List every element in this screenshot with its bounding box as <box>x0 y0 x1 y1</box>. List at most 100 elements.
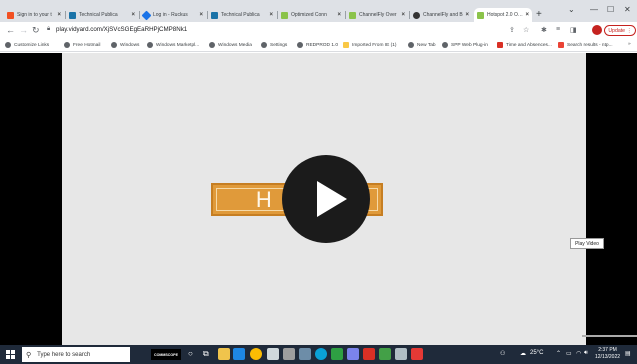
close-tab-icon[interactable]: × <box>401 12 405 18</box>
calculator-icon[interactable] <box>283 348 295 360</box>
lock-icon[interactable]: 🔒︎ <box>47 26 50 33</box>
close-tab-icon[interactable]: × <box>465 12 469 18</box>
bookmark-windows-media[interactable]: Windows Media <box>209 42 252 48</box>
commscope-app[interactable]: COMMSCOPE <box>151 349 181 360</box>
new-tab-button[interactable]: + <box>536 9 542 20</box>
acrobat-icon[interactable] <box>363 348 375 360</box>
commscope-icon <box>211 11 218 19</box>
back-icon[interactable]: ← <box>6 25 15 35</box>
video-progress-bar[interactable] <box>582 335 637 337</box>
globe-icon <box>442 42 448 48</box>
tab-ruckus-login[interactable]: Log in - Ruckus × <box>140 8 206 22</box>
vidyard-icon <box>349 11 356 19</box>
bookmark-spp-web-plugin[interactable]: SPP Web Plug-in <box>442 42 488 48</box>
minimize-button[interactable]: — <box>590 5 598 14</box>
profile-avatar[interactable] <box>592 25 602 35</box>
tab-label: ChannelFly Over <box>359 12 397 18</box>
close-tab-icon[interactable]: × <box>269 12 273 18</box>
task-view-icon[interactable]: ⧉ <box>203 349 209 359</box>
bookmark-windows-marketplace[interactable]: Windows Marketpl... <box>147 42 199 48</box>
red-square-icon <box>497 42 503 48</box>
network-icon[interactable]: ▭ <box>566 350 572 357</box>
share-icon[interactable]: ⇪ <box>509 26 515 34</box>
tab-label: Technical Publica <box>79 12 118 18</box>
close-tab-icon[interactable]: × <box>525 12 529 18</box>
bookmark-star-icon[interactable]: ☆ <box>523 26 529 34</box>
globe-icon <box>64 42 70 48</box>
bookmark-label: Windows Media <box>218 42 252 48</box>
system-clock[interactable]: 2:37 PM 12/13/2022 <box>595 347 620 361</box>
tab-search-icon[interactable]: ⌄ <box>568 5 575 14</box>
skype-icon[interactable] <box>315 348 327 360</box>
bookmark-customize-links[interactable]: Customize Links <box>5 42 49 48</box>
bookmark-label: Free Hotmail <box>73 42 101 48</box>
reading-list-icon[interactable]: ≡ <box>556 26 560 33</box>
close-window-button[interactable]: ✕ <box>624 5 631 14</box>
app-icon[interactable] <box>299 348 311 360</box>
tab-hotspot-overview[interactable]: Hotspot 2.0 Over × <box>474 8 532 22</box>
taskbar-search-box[interactable]: ⚲ Type here to search <box>22 347 130 362</box>
bookmark-search-results[interactable]: Search results - ntp... <box>558 42 613 48</box>
pdf-reader-icon[interactable] <box>411 348 423 360</box>
extension-icon[interactable]: ✱ <box>541 26 547 34</box>
file-explorer-icon[interactable] <box>218 348 230 360</box>
close-tab-icon[interactable]: × <box>337 12 341 18</box>
video-player[interactable]: H 0 <box>62 53 637 345</box>
tab-technical-publications[interactable]: Technical Publica × <box>66 8 138 22</box>
tab-label: Sign in to your t <box>17 12 52 18</box>
chrome-icon[interactable] <box>250 348 262 360</box>
mail-icon[interactable] <box>267 348 279 360</box>
tab-optimized-connectivity[interactable]: Optimized Conn × <box>278 8 344 22</box>
tab-sign-in[interactable]: Sign in to your t × <box>4 8 64 22</box>
tab-strip: Sign in to your t × Technical Publica × … <box>0 0 637 22</box>
bookmark-new-tab[interactable]: New Tab <box>408 42 436 48</box>
update-button[interactable]: Update ⋮ <box>604 25 636 36</box>
maximize-button[interactable]: ☐ <box>607 5 614 14</box>
globe-icon <box>147 42 153 48</box>
search-icon: ⚲ <box>26 351 32 359</box>
close-tab-icon[interactable]: × <box>57 12 61 18</box>
onenote-icon[interactable] <box>347 348 359 360</box>
notifications-icon[interactable]: ▤ <box>625 350 631 357</box>
side-panel-icon[interactable]: ◨ <box>570 26 577 34</box>
bookmark-settings[interactable]: Settings <box>261 42 287 48</box>
bookmark-imported-from-ie[interactable]: Imported From IE (1) <box>343 42 397 48</box>
tab-channelfly-overview[interactable]: ChannelFly Over × <box>346 8 408 22</box>
tray-chevron-icon[interactable]: ⌃ <box>556 350 561 357</box>
microsoft-icon <box>7 11 14 19</box>
cortana-icon[interactable]: ○ <box>188 349 193 358</box>
close-tab-icon[interactable]: × <box>199 12 203 18</box>
tab-channelfly-and[interactable]: ChannelFly and B × <box>410 8 472 22</box>
play-video-tooltip: Play Video <box>570 238 604 249</box>
close-tab-icon[interactable]: × <box>131 12 135 18</box>
wifi-icon[interactable]: ◠ <box>576 350 581 357</box>
navigation-toolbar: ← → ↻ 🔒︎ play.vidyard.com/XjSVcSGEgEaRHP… <box>0 22 637 40</box>
edge-icon[interactable] <box>233 348 245 360</box>
browser-window: Sign in to your t × Technical Publica × … <box>0 0 637 345</box>
bookmark-windows[interactable]: Windows <box>111 42 139 48</box>
weather-temperature[interactable]: 25°C <box>530 350 543 356</box>
teams-icon[interactable] <box>331 348 343 360</box>
bookmark-label: SPP Web Plug-in <box>451 42 488 48</box>
forward-icon[interactable]: → <box>19 25 28 35</box>
windows-taskbar: ⚲ Type here to search COMMSCOPE ○ ⧉ ⚇ ☁ … <box>0 345 637 364</box>
bookmark-free-hotmail[interactable]: Free Hotmail <box>64 42 100 48</box>
reload-icon[interactable]: ↻ <box>32 25 40 36</box>
globe-icon <box>413 11 420 19</box>
excel-icon[interactable] <box>379 348 391 360</box>
snipping-tool-icon[interactable] <box>395 348 407 360</box>
bookmark-redprod[interactable]: REDPROD 1.0 <box>297 42 338 48</box>
bookmarks-overflow-chevron[interactable]: » <box>628 42 631 47</box>
bookmark-time-and-absences[interactable]: Time and Absences... <box>497 42 552 48</box>
volume-icon[interactable]: 🔊︎ <box>584 350 588 357</box>
people-icon[interactable]: ⚇ <box>500 350 505 357</box>
play-icon <box>317 181 347 217</box>
windows-start-icon[interactable] <box>6 350 15 359</box>
video-viewport: H 0 Play Video <box>0 53 637 345</box>
tab-technical-publications-2[interactable]: Technical Publica × <box>208 8 276 22</box>
play-button[interactable] <box>282 155 370 243</box>
weather-icon[interactable]: ☁ <box>520 350 526 357</box>
address-bar[interactable]: play.vidyard.com/XjSVcSGEgEaRHPjCMP8Nk1 <box>56 26 187 33</box>
bookmark-label: Imported From IE (1) <box>352 42 397 48</box>
commscope-icon <box>69 11 76 19</box>
